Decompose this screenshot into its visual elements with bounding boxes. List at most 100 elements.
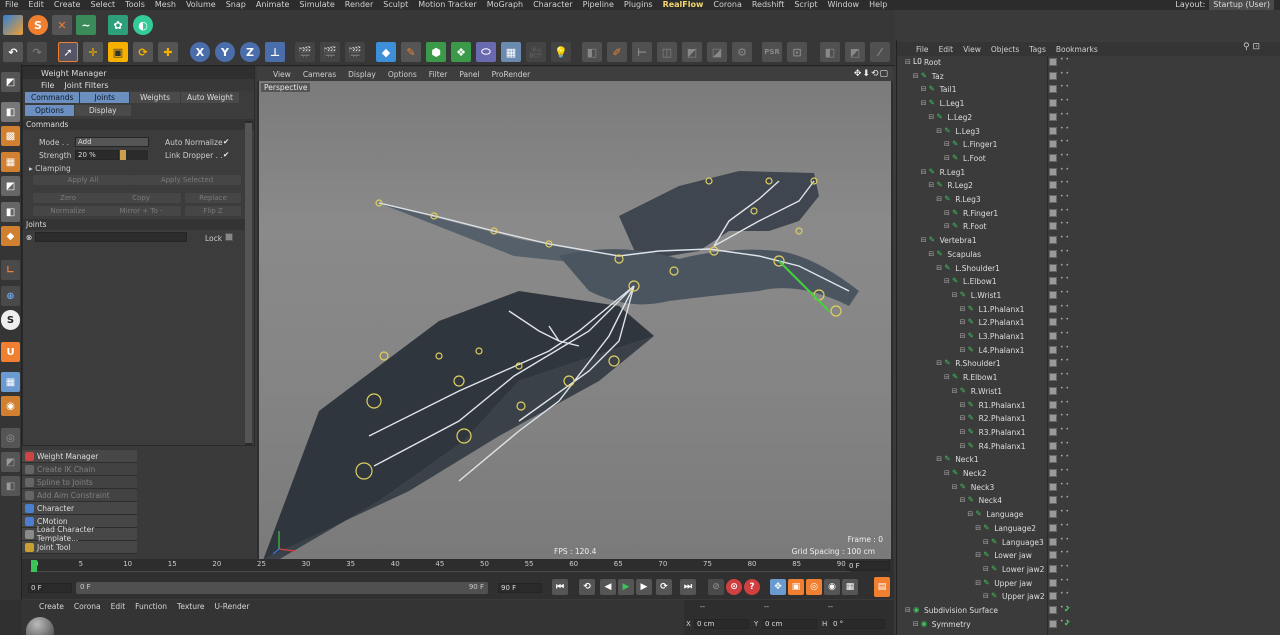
tool-add-aim-constraint[interactable]: Add Aim Constraint bbox=[22, 489, 137, 502]
layer-swatch[interactable] bbox=[1049, 592, 1057, 601]
object-row[interactable]: ⊟ ✎ R2.Phalanx1 • • bbox=[897, 412, 1280, 426]
knife-icon[interactable]: ⁄ bbox=[870, 42, 890, 62]
layer-swatch[interactable] bbox=[1049, 318, 1057, 327]
play-icon[interactable]: ▶ bbox=[618, 579, 634, 595]
layer-swatch[interactable] bbox=[1049, 469, 1057, 477]
strength-field[interactable]: 20 % bbox=[75, 150, 119, 160]
visibility-dots[interactable]: • • bbox=[1060, 413, 1069, 423]
playhead[interactable] bbox=[31, 560, 37, 572]
prev-frame-icon[interactable]: ◀ bbox=[600, 579, 616, 595]
rotate-icon[interactable]: ⟳ bbox=[133, 42, 153, 62]
layer-swatch[interactable] bbox=[1049, 153, 1057, 162]
wm-menu-file[interactable]: File bbox=[41, 81, 54, 90]
expand-icon[interactable]: ⊟ bbox=[905, 58, 911, 66]
replace-button[interactable]: Replace bbox=[185, 193, 241, 203]
expand-icon[interactable]: ⊟ bbox=[952, 291, 958, 299]
layer-swatch[interactable] bbox=[1049, 249, 1057, 258]
magnet-icon[interactable]: U bbox=[1, 342, 20, 362]
object-row[interactable]: ⊟ ✎ R.Wrist1 • • bbox=[897, 385, 1280, 399]
polygon-mode-icon[interactable]: ◆ bbox=[1, 226, 20, 246]
expand-icon[interactable]: ⊟ bbox=[983, 538, 989, 546]
joint-filter-input[interactable] bbox=[35, 232, 187, 242]
layer-swatch[interactable] bbox=[1049, 455, 1057, 464]
goto-end-icon[interactable]: ⏭ bbox=[680, 579, 696, 595]
wm-menu-joint-filters[interactable]: Joint Filters bbox=[64, 81, 108, 90]
expand-icon[interactable]: ⊟ bbox=[952, 483, 958, 491]
cube-icon[interactable]: ◆ bbox=[376, 42, 396, 62]
vp-menu-options[interactable]: Options bbox=[382, 70, 423, 79]
layer-swatch[interactable] bbox=[1049, 551, 1057, 560]
menu-redshift[interactable]: Redshift bbox=[747, 0, 789, 10]
joints-list[interactable] bbox=[33, 245, 243, 441]
vp-menu-view[interactable]: View bbox=[267, 70, 297, 79]
disabled-tool-3-icon[interactable]: ◧ bbox=[1, 476, 20, 496]
object-row[interactable]: ⊟ ✎ L.Leg2 • • bbox=[897, 111, 1280, 125]
object-row[interactable]: ⊟ ✎ Language • • bbox=[897, 508, 1280, 522]
object-row[interactable]: ⊟ L0 Root • • bbox=[897, 56, 1280, 70]
key-position-icon[interactable]: ✥ bbox=[770, 579, 786, 595]
workplane-mode-icon[interactable]: ▦ bbox=[1, 152, 20, 172]
layer-swatch[interactable] bbox=[1049, 578, 1057, 587]
object-row[interactable]: ⊟ ✎ L.Shoulder1 • • bbox=[897, 262, 1280, 276]
expand-icon[interactable]: ⊟ bbox=[944, 140, 950, 148]
expand-icon[interactable]: ⊟ bbox=[960, 305, 966, 313]
visibility-dots[interactable]: • • bbox=[1060, 344, 1069, 355]
om-menu-bookmarks[interactable]: Bookmarks bbox=[1051, 45, 1103, 54]
layer-swatch[interactable] bbox=[1049, 332, 1057, 340]
expand-icon[interactable]: ⊟ bbox=[967, 510, 973, 518]
expand-icon[interactable]: ⊟ bbox=[960, 318, 966, 326]
visibility-dots[interactable]: • • bbox=[1060, 331, 1069, 341]
menu-snap[interactable]: Snap bbox=[221, 0, 251, 10]
tool-spline-to-joints[interactable]: Spline to Joints bbox=[22, 476, 137, 489]
pen-spline-icon[interactable]: ✎ bbox=[401, 42, 421, 62]
mat-menu-function[interactable]: Function bbox=[130, 602, 172, 611]
expand-icon[interactable]: ⊟ bbox=[960, 442, 966, 450]
visibility-dots[interactable]: • • bbox=[1060, 57, 1069, 67]
lock-checkbox[interactable] bbox=[225, 233, 233, 241]
disabled-tool-2-icon[interactable]: ◩ bbox=[1, 452, 20, 472]
clear-filter-icon[interactable]: ⊗ bbox=[26, 233, 32, 242]
visibility-dots[interactable]: • • bbox=[1060, 166, 1069, 177]
om-menu-tags[interactable]: Tags bbox=[1024, 45, 1051, 54]
object-row[interactable]: ⊟ ✎ L.Leg1 • • bbox=[897, 97, 1280, 111]
link-dropper-checkbox[interactable]: ✔ bbox=[223, 150, 229, 159]
max-frame-field[interactable]: 90 F bbox=[498, 583, 542, 593]
edges-mode-icon[interactable]: ◫ bbox=[657, 42, 677, 62]
tab-commands[interactable]: Commands bbox=[25, 92, 80, 103]
expand-icon[interactable]: ⊟ bbox=[983, 592, 989, 600]
visibility-dots[interactable]: • • bbox=[1060, 426, 1069, 437]
vp-menu-display[interactable]: Display bbox=[342, 70, 382, 79]
object-row[interactable]: ⊟ ◉ Symmetry • • ✔ bbox=[897, 618, 1280, 632]
redo-icon[interactable]: ↷ bbox=[27, 42, 47, 62]
object-row[interactable]: ⊟ ✎ Upper jaw • • bbox=[897, 577, 1280, 591]
layout-selector[interactable]: Layout: Startup (User) bbox=[1175, 0, 1274, 10]
visibility-dots[interactable]: • • bbox=[1060, 522, 1069, 533]
object-row[interactable]: ⊟ ✎ R.Shoulder1 • • bbox=[897, 357, 1280, 371]
object-row[interactable]: ⊟ ✎ Lower jaw • • bbox=[897, 549, 1280, 563]
expand-icon[interactable]: ⊟ bbox=[944, 222, 950, 230]
material-icon[interactable]: ◩ bbox=[845, 42, 865, 62]
apply-all-button[interactable]: Apply All bbox=[33, 175, 133, 185]
menu-simulate[interactable]: Simulate bbox=[294, 0, 339, 10]
move-icon[interactable]: ✛ bbox=[83, 42, 103, 62]
enabled-check-icon[interactable]: ✔ bbox=[1064, 605, 1071, 614]
y-axis-icon[interactable]: Y bbox=[215, 42, 235, 62]
perspective-view[interactable]: Perspective Frame: 0 FPS: 120.4 Grid S… bbox=[259, 81, 891, 559]
sculpt-icon[interactable]: ◧ bbox=[820, 42, 840, 62]
mode-dropdown[interactable]: Add bbox=[75, 137, 149, 147]
tool-character[interactable]: Character bbox=[22, 502, 137, 515]
expand-icon[interactable]: ⊟ bbox=[944, 277, 950, 285]
layer-swatch[interactable] bbox=[1049, 236, 1057, 245]
copy-button[interactable]: Copy bbox=[101, 193, 181, 203]
object-row[interactable]: ⊟ ✎ L.Leg3 • • bbox=[897, 125, 1280, 139]
next-key-icon[interactable]: ⟳ bbox=[656, 579, 672, 595]
object-row[interactable]: ⊟ ✎ R3.Phalanx1 • • bbox=[897, 426, 1280, 440]
edge-mode-icon[interactable]: ◧ bbox=[1, 202, 20, 222]
menu-mesh[interactable]: Mesh bbox=[150, 0, 181, 10]
expand-icon[interactable]: ⊟ bbox=[960, 428, 966, 436]
layer-swatch[interactable] bbox=[1049, 400, 1057, 409]
prev-key-icon[interactable]: ⟲ bbox=[579, 579, 595, 595]
enable-axis-icon[interactable]: ⚙ bbox=[732, 42, 752, 62]
layer-swatch[interactable] bbox=[1049, 112, 1057, 121]
tweak-icon[interactable]: ⊕ bbox=[1, 286, 20, 306]
